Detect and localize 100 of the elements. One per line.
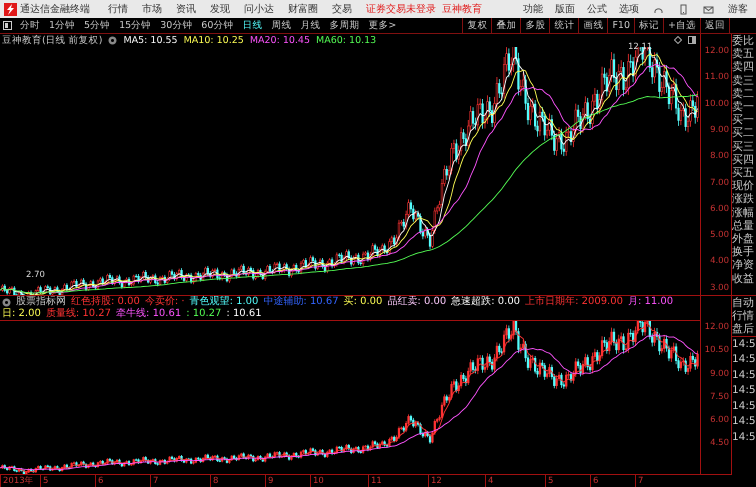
- moving-average-value: MA10: 10.25: [184, 35, 244, 46]
- toolbar-button[interactable]: 多股: [520, 18, 550, 33]
- quote-field-label: 涨跌: [732, 192, 755, 206]
- date-axis-label: 5: [545, 475, 554, 487]
- period-tab[interactable]: 15分钟: [119, 19, 152, 32]
- quote-field-label: 卖一: [732, 100, 755, 114]
- menu-item[interactable]: 交易: [332, 2, 352, 16]
- toolbar-button[interactable]: 统计: [549, 18, 578, 33]
- moving-average-value: MA5: 10.55: [123, 35, 178, 46]
- menu-item[interactable]: 市场: [142, 2, 162, 16]
- axis-tick-label: 11.00: [704, 72, 729, 82]
- date-axis-label: 9: [265, 475, 274, 487]
- mode-tab[interactable]: 盘后: [732, 322, 756, 336]
- menu-item[interactable]: 公式: [587, 2, 607, 16]
- mode-tab[interactable]: 自动: [732, 296, 756, 310]
- toolbar-button[interactable]: +自选: [663, 18, 700, 33]
- menu-item[interactable]: 发现: [210, 2, 230, 16]
- notice-link[interactable]: 豆神教育: [442, 2, 482, 16]
- period-tab[interactable]: 周线: [271, 19, 292, 32]
- indicator-value: 红色持股: 0.00: [71, 296, 140, 308]
- toolbar-button[interactable]: 返回: [700, 18, 730, 33]
- trade-time: 14:5: [732, 414, 756, 430]
- indicator-value: 牵牛线: 10.61: [116, 308, 182, 320]
- indicator-value: : 10.27: [186, 308, 222, 320]
- quote-field-label: 净资: [732, 258, 755, 272]
- envelope-icon[interactable]: [703, 4, 714, 14]
- period-tab[interactable]: 月线: [300, 19, 320, 32]
- trade-time: 14:5: [732, 430, 756, 445]
- axis-tick-label: 10.00: [704, 98, 729, 109]
- indicator-value: 中途辅助: 10.67: [263, 296, 339, 308]
- period-tab[interactable]: 多周期: [329, 19, 360, 32]
- indicator-value: 月: 11.00: [628, 296, 674, 308]
- period-tab[interactable]: 5分钟: [84, 19, 110, 32]
- indicator-value: 买: 0.00: [344, 296, 382, 308]
- trade-time: 14:5: [732, 368, 756, 383]
- axis-tick-label: 12.00: [704, 322, 729, 332]
- quote-field-label: 卖三: [732, 74, 755, 87]
- toolbar-button[interactable]: 画线: [578, 18, 608, 33]
- indicator-value: 急速超跌: 0.00: [451, 296, 520, 308]
- date-axis-label: 8: [210, 475, 218, 487]
- indicator-title: 股票指标网: [16, 296, 66, 308]
- axis-tick-label: 5.00: [710, 230, 729, 240]
- date-axis-label: 7: [635, 475, 644, 487]
- toolbar-button[interactable]: 标记: [634, 18, 664, 33]
- low-price-label: 2.70: [26, 270, 45, 280]
- date-axis-label: 4: [485, 475, 494, 487]
- quote-field-label: 委比: [732, 34, 755, 48]
- axis-tick-label: 8.00: [710, 151, 729, 162]
- gear-icon[interactable]: [108, 36, 118, 45]
- moving-average-value: MA20: 10.45: [250, 35, 310, 46]
- quote-field-label: 买四: [732, 152, 755, 166]
- notice-link[interactable]: 证券交易未登录: [366, 2, 436, 16]
- axis-tick-label: 9.00: [710, 368, 729, 378]
- mode-tab[interactable]: 行情: [732, 309, 756, 322]
- quote-field-label: 现价: [732, 179, 755, 192]
- axis-tick-label: 12.00: [704, 46, 729, 56]
- period-tab[interactable]: 分时: [20, 19, 40, 32]
- period-tab[interactable]: 1分钟: [49, 19, 76, 32]
- user-name[interactable]: 游客: [728, 2, 748, 16]
- quote-field-label: 卖二: [732, 86, 755, 100]
- toolbar-button[interactable]: F10: [607, 18, 634, 33]
- period-tab[interactable]: 更多>: [368, 19, 396, 32]
- app-logo-icon: [4, 2, 17, 16]
- axis-tick-label: 3.00: [710, 282, 729, 293]
- date-axis-label: 7: [150, 475, 158, 487]
- quote-field-label: 买二: [732, 126, 755, 140]
- panel-toggle-icon[interactable]: [688, 36, 696, 44]
- menu-item[interactable]: 财富圈: [288, 2, 318, 16]
- toolbar-button[interactable]: 叠加: [491, 18, 520, 33]
- axis-tick-label: 7.50: [710, 392, 729, 402]
- menu-item[interactable]: 问小达: [244, 2, 274, 16]
- date-axis-label: 6: [590, 475, 598, 487]
- quote-field-label: 涨幅: [732, 206, 755, 219]
- quote-field-label: 卖五: [732, 47, 755, 60]
- axis-tick-label: 6.00: [710, 415, 729, 425]
- diamond-icon[interactable]: [674, 36, 682, 44]
- date-axis-label: 6: [95, 475, 104, 487]
- gear-icon[interactable]: [2, 298, 11, 306]
- menu-item[interactable]: 选项: [619, 2, 639, 16]
- phone-icon[interactable]: [678, 4, 689, 14]
- indicator-value: 日: 2.00: [2, 308, 41, 320]
- indicator-value: 品红卖: 0.00: [387, 296, 446, 308]
- period-tab[interactable]: 60分钟: [201, 19, 234, 32]
- axis-tick-label: 10.50: [704, 345, 729, 356]
- date-axis-label: 12: [428, 475, 442, 487]
- trade-time: 14:5: [732, 383, 756, 398]
- toolbar-button[interactable]: 复权: [462, 18, 492, 33]
- period-tab[interactable]: 日线: [242, 19, 262, 32]
- moving-average-value: MA60: 10.13: [316, 35, 376, 46]
- menu-item[interactable]: 版面: [555, 2, 575, 16]
- date-axis-label: 2013年: [0, 475, 34, 487]
- quote-field-label: 卖四: [732, 60, 755, 74]
- menu-item[interactable]: 资讯: [176, 2, 196, 16]
- period-tab[interactable]: 30分钟: [160, 19, 192, 32]
- menu-item[interactable]: 功能: [523, 2, 543, 16]
- axis-tick-label: 6.00: [710, 204, 729, 214]
- quote-field-label: 买三: [732, 140, 755, 153]
- quote-field-label: 买一: [732, 113, 755, 126]
- panel-toggle-icon[interactable]: [3, 21, 12, 30]
- menu-item[interactable]: 行情: [108, 2, 128, 16]
